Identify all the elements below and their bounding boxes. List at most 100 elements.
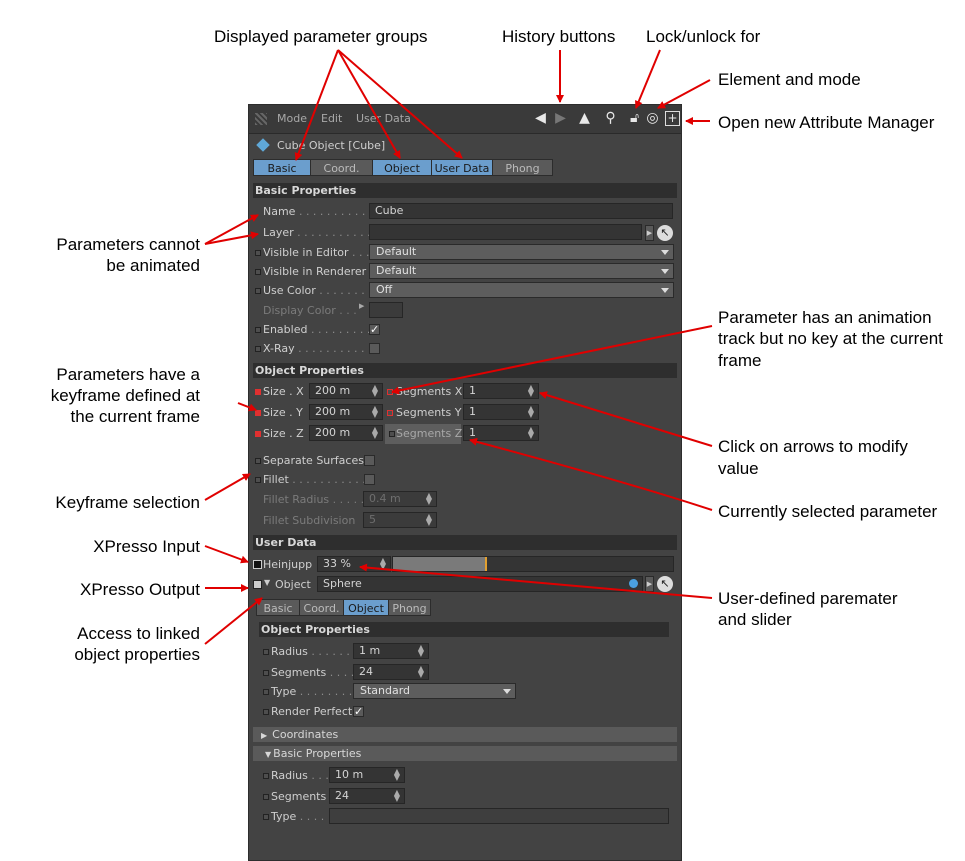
radius-2-field[interactable]: 10 m ▲ ▼ [329, 767, 405, 783]
linked-tab-object[interactable]: Object [344, 599, 389, 616]
tab-object[interactable]: Object [373, 159, 432, 176]
name-field[interactable]: Cube [369, 203, 673, 219]
seg-z-label: Segments Z [396, 427, 463, 440]
seg-y-field[interactable]: 1 ▲ ▼ [463, 404, 539, 420]
menu-edit[interactable]: Edit [321, 112, 342, 125]
layer-pick-icon[interactable]: ↖ [657, 225, 673, 241]
anim-dot[interactable] [255, 346, 261, 352]
radius-2-label: Radius . . . [271, 769, 329, 782]
heinjupp-field[interactable]: 33 % ▲ ▼ [317, 556, 391, 572]
tab-basic[interactable]: Basic [253, 159, 311, 176]
seg-y-label: Segments Y [396, 406, 462, 419]
spin-arrows-icon[interactable]: ▲ ▼ [394, 789, 400, 803]
linked-tab-coord[interactable]: Coord. [300, 599, 344, 616]
spin-arrows-icon[interactable]: ▲ ▼ [372, 384, 378, 398]
anim-dot[interactable] [263, 649, 269, 655]
size-z-field[interactable]: 200 m ▲ ▼ [309, 425, 383, 441]
size-y-field[interactable]: 200 m ▲ ▼ [309, 404, 383, 420]
segments-2-field[interactable]: 24 ▲ ▼ [329, 788, 405, 804]
anim-dot[interactable] [255, 477, 261, 483]
sphere-icon [629, 579, 638, 588]
keyframe-dot[interactable] [255, 410, 261, 416]
tab-phong[interactable]: Phong [493, 159, 553, 176]
keyframe-dot[interactable] [255, 431, 261, 437]
seg-z-field[interactable]: 1 ▲ ▼ [463, 425, 539, 441]
spin-arrows-icon[interactable]: ▲ ▼ [528, 384, 534, 398]
spin-arrows-icon[interactable]: ▲ ▼ [418, 644, 424, 658]
xpresso-output-icon[interactable] [253, 580, 262, 589]
heinjupp-label: Heinjupp [263, 558, 313, 571]
spin-arrows-icon[interactable]: ▲ ▼ [380, 557, 386, 571]
fillet-subdivision-field[interactable]: 5 ▲ ▼ [363, 512, 437, 528]
spin-arrows-icon[interactable]: ▲ ▼ [418, 665, 424, 679]
type-dropdown[interactable]: Standard [353, 683, 516, 699]
name-label: Name . . . . . . . . . . . [263, 205, 373, 218]
keyframe-dot[interactable] [255, 389, 261, 395]
seg-x-field[interactable]: 1 ▲ ▼ [463, 383, 539, 399]
use-color-dropdown[interactable]: Off [369, 282, 674, 298]
track-dot[interactable] [387, 410, 393, 416]
enabled-checkbox[interactable]: ✓ [369, 324, 380, 335]
search-icon[interactable]: ⚲ [603, 111, 618, 126]
expand-down-icon[interactable]: ▼ [264, 578, 270, 587]
size-x-field[interactable]: 200 m ▲ ▼ [309, 383, 383, 399]
lock-icon[interactable]: 🔓︎ [627, 111, 642, 126]
object-link-field[interactable]: Sphere [317, 576, 643, 592]
spin-arrows-icon[interactable]: ▲ ▼ [372, 405, 378, 419]
row-object-link: ▼ Object Sphere ▶ ↖ [249, 576, 679, 594]
render-perfect-checkbox[interactable]: ✓ [353, 706, 364, 717]
xray-checkbox[interactable] [369, 343, 380, 354]
type-2-field[interactable] [329, 808, 669, 824]
layer-field[interactable] [369, 224, 642, 240]
object-arrow-button[interactable]: ▶ [645, 576, 654, 592]
slider-handle[interactable] [485, 557, 487, 571]
anim-dot[interactable] [255, 288, 261, 294]
anim-dot[interactable] [255, 269, 261, 275]
visible-editor-dropdown[interactable]: Default [369, 244, 674, 260]
anim-dot[interactable] [263, 794, 269, 800]
forward-arrow-icon[interactable]: ▶ [553, 111, 568, 126]
anim-dot[interactable] [255, 458, 261, 464]
back-arrow-icon[interactable]: ◀ [533, 111, 548, 126]
heinjupp-slider[interactable] [392, 556, 674, 572]
fillet-radius-field[interactable]: 0.4 m ▲ ▼ [363, 491, 437, 507]
anim-dot[interactable] [255, 327, 261, 333]
object-pick-icon[interactable]: ↖ [657, 576, 673, 592]
separate-surfaces-checkbox[interactable] [364, 455, 375, 466]
anim-dot[interactable] [389, 431, 395, 437]
row-enabled: Enabled . . . . . . . . . ✓ [249, 321, 679, 339]
anim-dot[interactable] [263, 773, 269, 779]
new-manager-icon[interactable]: + [665, 111, 680, 126]
spin-arrows-icon[interactable]: ▲ ▼ [528, 426, 534, 440]
radius-field[interactable]: 1 m ▲ ▼ [353, 643, 429, 659]
anim-dot[interactable] [255, 250, 261, 256]
tab-user-data[interactable]: User Data [432, 159, 493, 176]
display-color-swatch[interactable] [369, 302, 403, 318]
layer-arrow-button[interactable]: ▶ [645, 225, 654, 241]
linked-tab-basic[interactable]: Basic [256, 599, 300, 616]
anim-dot[interactable] [263, 814, 269, 820]
xpresso-input-icon[interactable] [253, 560, 262, 569]
fold-basic-properties[interactable]: ▼ Basic Properties [253, 746, 677, 761]
panel-grip-icon[interactable] [255, 113, 267, 125]
anim-dot[interactable] [263, 670, 269, 676]
spin-arrows-icon[interactable]: ▲ ▼ [372, 426, 378, 440]
spin-arrows-icon[interactable]: ▲ ▼ [426, 492, 432, 506]
anim-dot[interactable] [263, 709, 269, 715]
fillet-checkbox[interactable] [364, 474, 375, 485]
target-icon[interactable]: ◎ [645, 111, 660, 126]
visible-renderer-dropdown[interactable]: Default [369, 263, 674, 279]
fold-coordinates[interactable]: ▶ Coordinates [253, 727, 677, 742]
track-dot[interactable] [387, 389, 393, 395]
tab-coord[interactable]: Coord. [311, 159, 373, 176]
navigate-up-icon[interactable]: ▲ [577, 111, 592, 126]
spin-arrows-icon[interactable]: ▲ ▼ [528, 405, 534, 419]
segments-field[interactable]: 24 ▲ ▼ [353, 664, 429, 680]
spin-arrows-icon[interactable]: ▲ ▼ [394, 768, 400, 782]
anim-dot[interactable] [263, 689, 269, 695]
spin-arrows-icon[interactable]: ▲ ▼ [426, 513, 432, 527]
menu-mode[interactable]: Mode [277, 112, 307, 125]
menu-user-data[interactable]: User Data [356, 112, 411, 125]
linked-tab-phong[interactable]: Phong [389, 599, 431, 616]
expand-arrow-icon[interactable]: ▶ [359, 302, 364, 310]
